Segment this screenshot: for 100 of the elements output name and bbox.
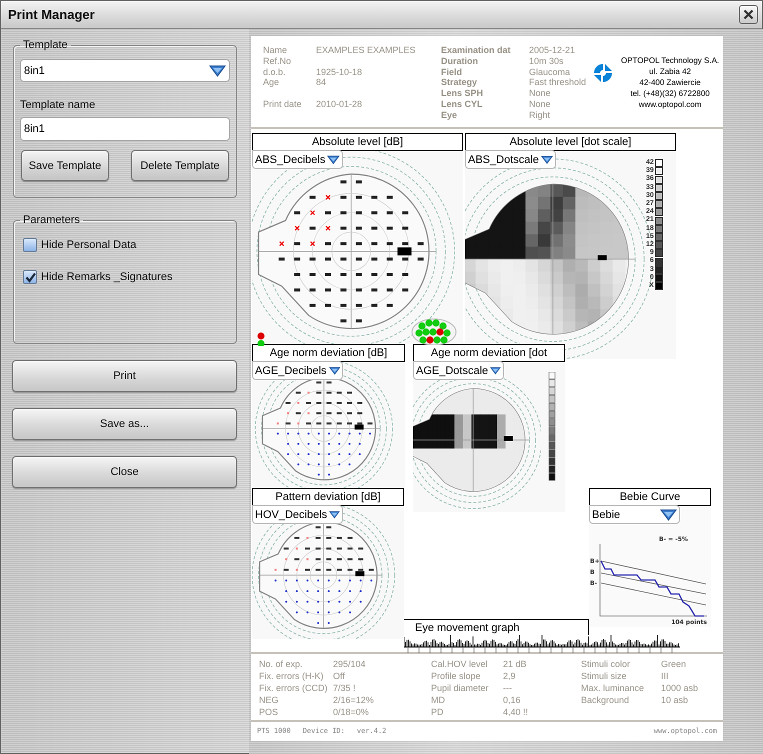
save-as-button[interactable]: Save as... xyxy=(12,408,237,440)
panel-title: Absolute level [dot scale] xyxy=(465,133,676,151)
plot-type-dropdown[interactable]: AGE_Dotscale xyxy=(413,361,504,380)
stat-value: 7/35 ! xyxy=(333,683,357,695)
dropdown-arrow-icon xyxy=(540,153,553,166)
stat-value: 1000 asb xyxy=(661,683,700,695)
scale-swatch xyxy=(654,216,663,225)
field-label: Eye xyxy=(441,110,458,121)
panel-title: Age norm deviation [dot xyxy=(413,344,565,362)
field-value: Glaucoma xyxy=(529,66,572,78)
field-value: EXAMPLES EXAMPLES xyxy=(316,45,417,56)
legend-dots-icon xyxy=(256,332,266,346)
checkbox[interactable] xyxy=(23,270,37,284)
dropdown-arrow-icon xyxy=(328,364,340,377)
stat-label: Max. luminance xyxy=(581,683,646,695)
stat-value: III xyxy=(661,671,670,683)
field-label: Ref.No xyxy=(263,56,292,67)
panel-title: Absolute level [dB] xyxy=(252,133,463,151)
scale-swatch xyxy=(654,258,663,266)
field-label: Print date xyxy=(263,98,303,110)
company-info: www.optopol.com xyxy=(638,99,702,110)
checkbox[interactable] xyxy=(23,238,37,252)
scale-swatch xyxy=(654,200,663,208)
stat-value: 2,9 xyxy=(503,671,517,683)
template-name-field[interactable]: 8in1 xyxy=(20,117,230,141)
field-value: None xyxy=(529,98,552,110)
stat-value: 295/104 xyxy=(333,659,367,671)
checkbox-label: Hide Remarks _Signatures xyxy=(41,271,172,283)
field-value: 2005-12-21 xyxy=(529,45,576,56)
stat-value: --- xyxy=(503,683,513,695)
stat-label: Stimuli size xyxy=(581,671,628,683)
company-logo-icon xyxy=(593,63,613,83)
delete-template-button[interactable]: Delete Template xyxy=(131,150,229,181)
stat-label: NEG xyxy=(259,695,280,707)
scale-swatch xyxy=(654,159,663,168)
plot-type-dropdown[interactable]: Bebie xyxy=(589,505,680,524)
scale-swatch xyxy=(654,249,663,258)
stat-label: No. of exp. xyxy=(259,659,304,671)
stat-label: Fix. errors (H-K) xyxy=(259,671,324,683)
field-label: Strategy xyxy=(441,77,478,88)
stat-label: MD xyxy=(431,695,446,707)
field-value: Fast threshold xyxy=(529,77,588,88)
field-label: Examination dat xyxy=(441,45,512,56)
field-label: Name xyxy=(263,45,288,56)
panel-title: Pattern deviation [dB] xyxy=(252,488,404,506)
window-title: Print Manager xyxy=(8,7,95,22)
stat-label: Background xyxy=(581,695,630,707)
plot-type-dropdown[interactable]: ABS_Dotscale xyxy=(465,150,556,169)
company-info: OPTOPOL Technology S.A. xyxy=(621,55,720,66)
field-label: d.o.b. xyxy=(263,66,287,78)
stat-label: Fix. errors (CCD) xyxy=(259,683,328,695)
stat-value: 10 asb xyxy=(661,695,690,707)
close-button[interactable]: Close xyxy=(12,456,237,488)
stat-label: Stimuli color xyxy=(581,659,632,671)
stat-value: Green xyxy=(661,659,688,671)
stat-value: 0,16 xyxy=(503,695,522,707)
field-label: Age xyxy=(263,77,280,88)
stat-value: 21 dB xyxy=(503,659,528,671)
close-icon xyxy=(743,9,754,20)
company-info: tel. (+48)(32) 6722800 xyxy=(630,88,710,99)
template-dropdown[interactable]: 8in1 xyxy=(20,59,230,82)
group-label: Parameters xyxy=(22,214,81,226)
company-info: 42-400 Zawiercie xyxy=(639,77,701,88)
stat-value: 0/18=0% xyxy=(333,707,370,719)
field-value: 84 xyxy=(316,77,328,88)
field-label: Field xyxy=(441,66,464,78)
save-template-button[interactable]: Save Template xyxy=(21,150,109,181)
field-label: Lens CYL xyxy=(441,98,484,110)
group-label: Template xyxy=(22,39,69,51)
field-label: Template name xyxy=(20,99,96,111)
dropdown-arrow-icon xyxy=(660,508,677,521)
field-value: Right xyxy=(529,110,552,121)
field-value: None xyxy=(529,88,552,99)
stat-label: Cal.HOV level xyxy=(431,659,489,671)
scale-swatch xyxy=(654,167,663,176)
scale-swatch xyxy=(654,241,663,250)
field-label: Lens SPH xyxy=(441,88,484,99)
panel-title: Bebie Curve xyxy=(589,488,711,506)
field-value: 2010-01-28 xyxy=(316,98,364,110)
checkbox-label: Hide Personal Data xyxy=(41,239,136,251)
plot-type-dropdown[interactable]: ABS_Decibels xyxy=(252,150,343,169)
field-value: 10m 30s xyxy=(529,56,565,67)
field-label: Duration xyxy=(441,56,479,67)
panel-title: Age norm deviation [dB] xyxy=(252,344,405,362)
stat-label: POS xyxy=(259,707,280,719)
stat-value: Off xyxy=(333,671,346,683)
scale-swatch xyxy=(654,282,663,290)
scale-swatch xyxy=(654,208,663,216)
print-button[interactable]: Print xyxy=(12,360,237,392)
panel-title: Eye movement graph xyxy=(404,619,589,635)
plot-type-dropdown[interactable]: HOV_Decibels xyxy=(252,505,343,524)
stat-value: 4,40 !! xyxy=(503,707,530,719)
stat-label: Profile slope xyxy=(431,671,482,683)
stat-label: PD xyxy=(431,707,445,719)
dropdown-arrow-icon xyxy=(209,64,226,77)
stat-value: 2/16=12% xyxy=(333,695,375,707)
field-value: 1925-10-18 xyxy=(316,66,364,78)
plot-type-dropdown[interactable]: AGE_Decibels xyxy=(252,361,343,380)
close-button[interactable] xyxy=(739,5,758,24)
stat-label: Pupil diameter xyxy=(431,683,490,695)
